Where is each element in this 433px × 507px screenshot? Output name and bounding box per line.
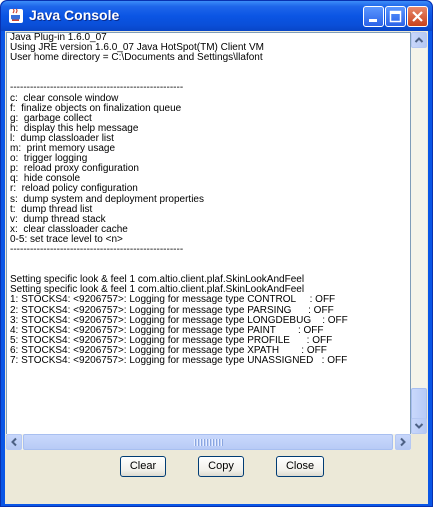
console-lines: Java Plug-in 1.6.0_07 Using JRE version 1… — [7, 33, 410, 366]
maximize-icon — [389, 10, 402, 23]
clear-button[interactable]: Clear — [120, 456, 166, 477]
horizontal-scrollbar[interactable] — [6, 434, 411, 450]
maximize-button[interactable] — [385, 6, 406, 27]
console-line: 7: STOCKS4: <9206757>: Logging for messa… — [10, 355, 348, 366]
minimize-icon — [369, 19, 377, 22]
console-line: ----------------------------------------… — [10, 243, 184, 255]
java-app-icon — [9, 8, 23, 23]
console-line: r: reload policy configuration — [10, 183, 138, 195]
close-button[interactable]: Close — [276, 456, 324, 477]
scroll-right-button[interactable] — [395, 434, 411, 450]
close-icon — [412, 11, 423, 22]
console-line: User home directory = C:\Documents and S… — [10, 52, 263, 64]
scroll-down-button[interactable] — [411, 418, 427, 434]
arrow-up-icon — [414, 37, 424, 43]
arrow-left-icon — [11, 437, 17, 447]
java-console-window: Java Console Java Plug-in 1.6.0_07 Using … — [0, 0, 433, 507]
minimize-button[interactable] — [363, 6, 384, 27]
scroll-left-button[interactable] — [6, 434, 22, 450]
arrow-down-icon — [414, 423, 424, 429]
scroll-corner — [411, 434, 428, 450]
vertical-scrollbar[interactable] — [411, 32, 427, 446]
close-window-button[interactable] — [407, 6, 428, 27]
scroll-up-button[interactable] — [411, 32, 427, 48]
button-row: Clear Copy Close — [5, 456, 428, 480]
console-output[interactable]: Java Plug-in 1.6.0_07 Using JRE version 1… — [6, 32, 411, 446]
console-client-area: Java Plug-in 1.6.0_07 Using JRE version 1… — [5, 31, 428, 504]
window-title: Java Console — [29, 7, 120, 23]
arrow-right-icon — [400, 437, 406, 447]
horizontal-scroll-thumb[interactable] — [23, 434, 393, 450]
title-bar[interactable]: Java Console — [1, 1, 432, 31]
scroll-grip — [194, 439, 224, 446]
copy-button[interactable]: Copy — [198, 456, 244, 477]
